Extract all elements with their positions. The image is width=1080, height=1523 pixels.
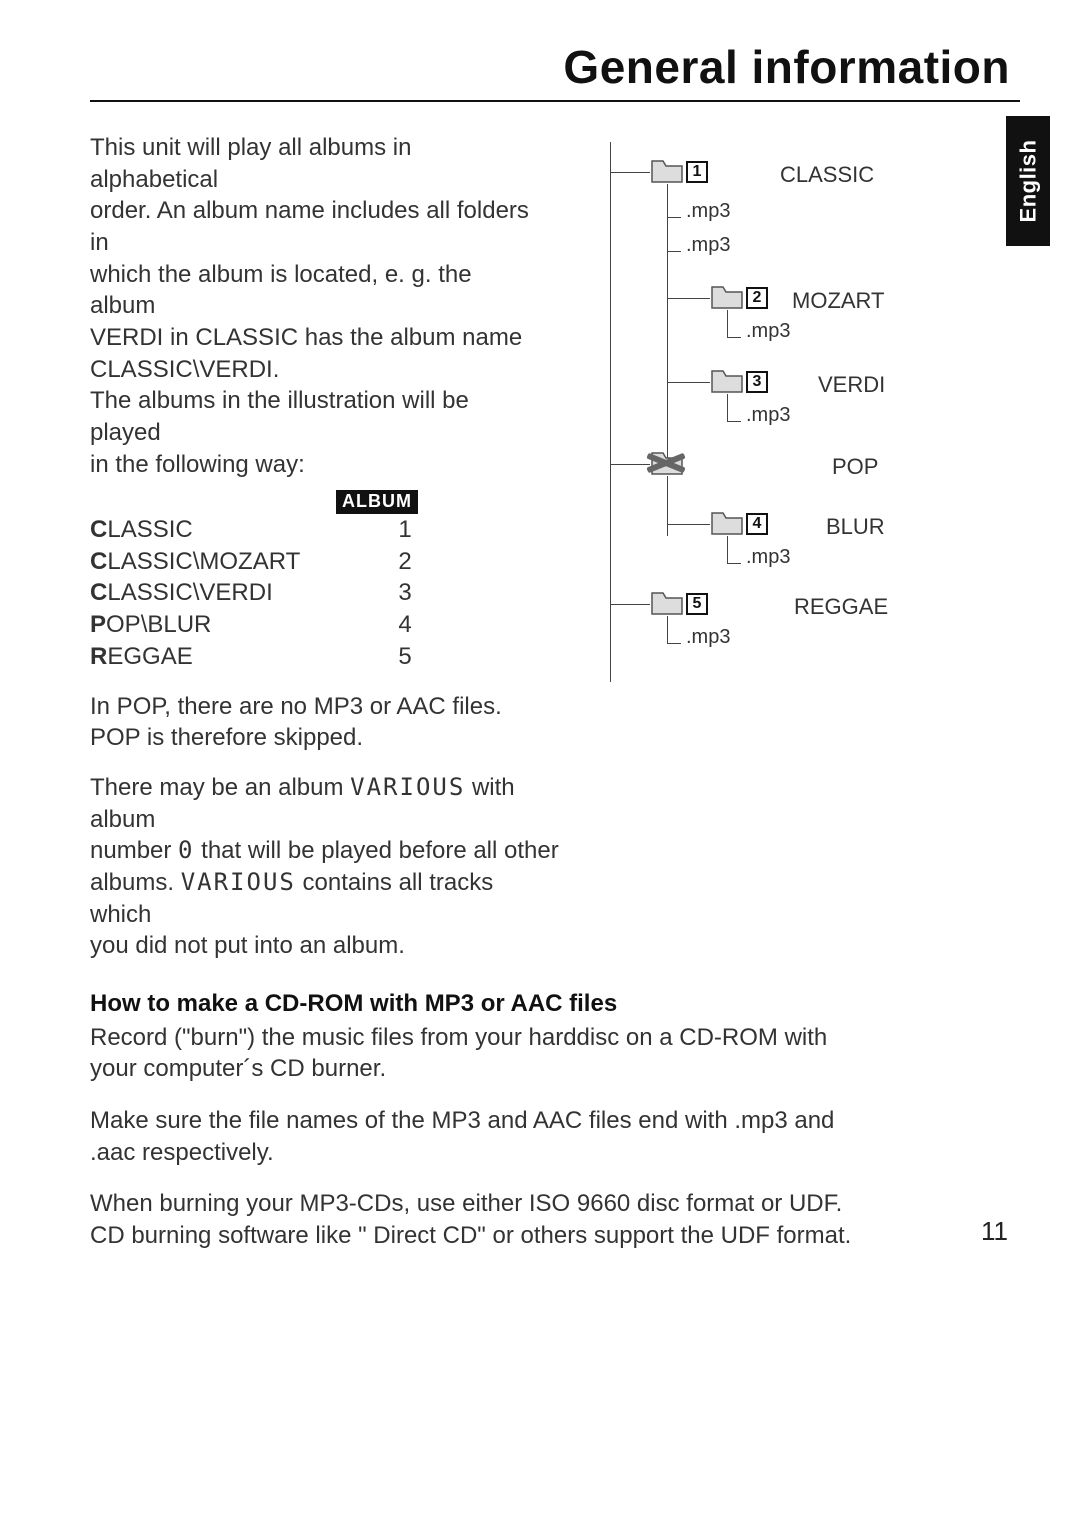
folder-label: REGGAE <box>794 594 888 620</box>
left-column: This unit will play all albums in alphab… <box>90 132 530 962</box>
seg-display-text: VARIOUS <box>181 868 296 896</box>
folder-label: POP <box>832 454 878 480</box>
folder-label: CLASSIC <box>780 162 874 188</box>
tree-line <box>727 402 741 422</box>
mp3-file: .mp3 <box>746 546 790 569</box>
folder-number: 2 <box>746 287 768 309</box>
page-number: 11 <box>981 1216 1008 1247</box>
page: General information English This unit wi… <box>0 0 1080 1523</box>
tree-line <box>667 198 681 218</box>
intro-text: This unit will play all albums in alphab… <box>90 132 530 480</box>
table-row: CLASSIC 1 <box>90 514 530 546</box>
folder-label: MOZART <box>792 288 884 314</box>
pop-note: In POP, there are no MP3 or AAC files. P… <box>90 691 530 754</box>
section-paragraph: Record ("burn") the music files from you… <box>90 1022 870 1085</box>
album-header-badge: ALBUM <box>336 490 418 514</box>
folder-number: 4 <box>746 513 768 535</box>
folder-number: 3 <box>746 371 768 393</box>
mp3-file: .mp3 <box>686 234 730 257</box>
cross-icon <box>646 448 686 478</box>
section-paragraph: Make sure the file names of the MP3 and … <box>90 1105 870 1168</box>
seg-display-text: VARIOUS <box>350 773 465 801</box>
tree-line <box>667 524 710 525</box>
tree-line <box>667 476 668 536</box>
mp3-file: .mp3 <box>686 200 730 223</box>
mp3-file: .mp3 <box>746 404 790 427</box>
folder-label: BLUR <box>826 514 885 540</box>
header: General information <box>90 40 1020 94</box>
tree-line <box>667 382 710 383</box>
language-tab: English <box>1006 116 1050 246</box>
folder-icon <box>710 368 744 394</box>
folder-label: VERDI <box>818 372 885 398</box>
tree-line <box>667 232 681 252</box>
folder-icon <box>650 158 684 184</box>
various-note: There may be an album VARIOUS with album… <box>90 772 560 962</box>
tree-line <box>610 142 611 682</box>
content-row: This unit will play all albums in alphab… <box>90 132 1020 962</box>
tree-line <box>610 172 650 173</box>
folder-icon <box>650 590 684 616</box>
seg-display-text: 0 <box>178 836 194 864</box>
folder-icon <box>710 510 744 536</box>
how-to-section: How to make a CD-ROM with MP3 or AAC fil… <box>90 988 870 1252</box>
table-row: CLASSIC\VERDI 3 <box>90 577 530 609</box>
table-row: REGGAE 5 <box>90 641 530 673</box>
header-rule <box>90 100 1020 102</box>
table-row: CLASSIC\MOZART 2 <box>90 546 530 578</box>
folder-number: 5 <box>686 593 708 615</box>
mp3-file: .mp3 <box>746 320 790 343</box>
tree-line <box>610 464 650 465</box>
table-row: POP\BLUR 4 <box>90 609 530 641</box>
tree-line <box>667 298 710 299</box>
tree-line <box>667 624 681 644</box>
folder-tree-diagram: 1 CLASSIC .mp3 .mp3 2 MOZART . <box>570 132 940 692</box>
tree-line <box>667 184 668 464</box>
page-title: General information <box>563 41 1010 93</box>
folder-number: 1 <box>686 161 708 183</box>
tree-line <box>727 544 741 564</box>
tree-line <box>610 604 650 605</box>
language-tab-label: English <box>1015 140 1041 223</box>
section-heading: How to make a CD-ROM with MP3 or AAC fil… <box>90 988 870 1020</box>
album-table: ALBUM CLASSIC 1 CLASSIC\MOZART 2 CLASSIC… <box>90 490 530 672</box>
section-paragraph: When burning your MP3-CDs, use either IS… <box>90 1188 870 1251</box>
mp3-file: .mp3 <box>686 626 730 649</box>
right-column: 1 CLASSIC .mp3 .mp3 2 MOZART . <box>570 132 940 962</box>
folder-icon <box>710 284 744 310</box>
tree-line <box>727 318 741 338</box>
